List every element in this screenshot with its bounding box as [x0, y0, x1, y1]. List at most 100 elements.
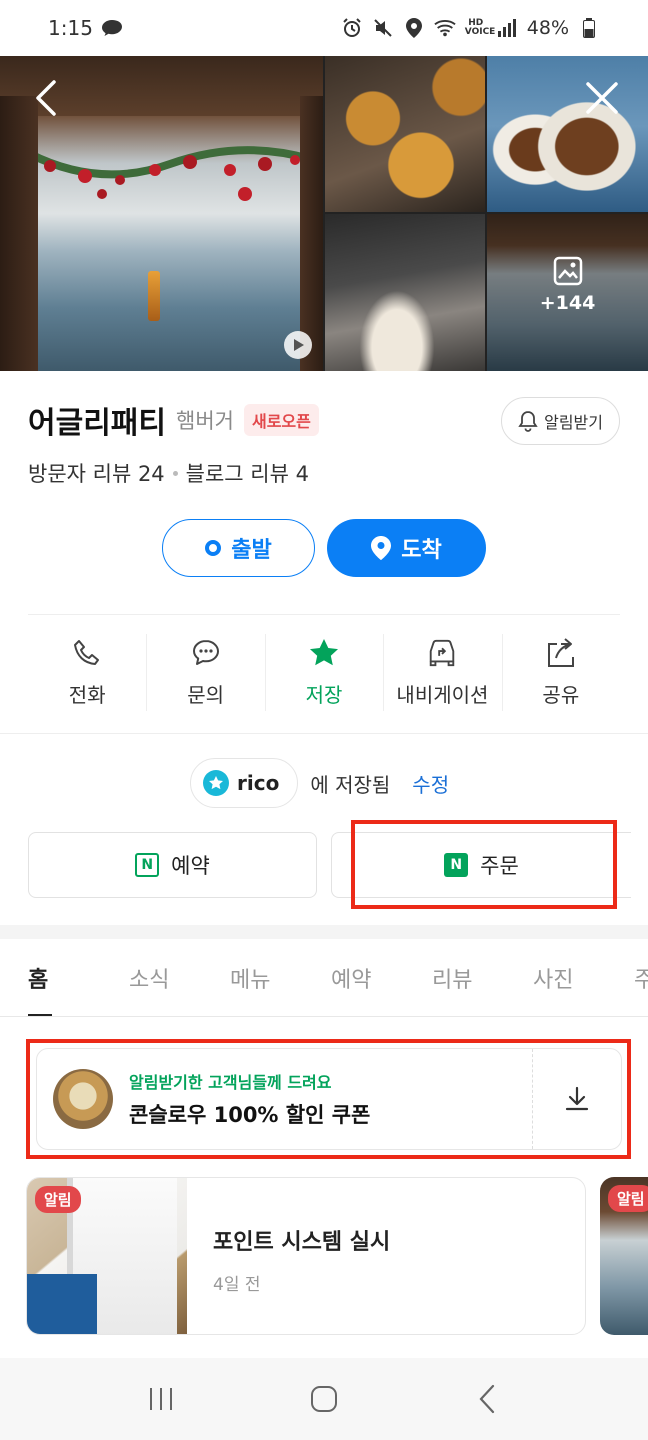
- chevron-left-icon: [36, 80, 56, 116]
- photo-gallery[interactable]: +144: [0, 56, 648, 371]
- coupon-title: 콘슬로우 100% 할인 쿠폰: [129, 1103, 371, 1127]
- save-button[interactable]: 저장: [264, 630, 383, 715]
- news-card-next[interactable]: 알림: [600, 1177, 648, 1335]
- tab-photos[interactable]: 사진: [533, 939, 634, 1016]
- tab-nearby-label: 주변: [634, 962, 648, 994]
- signal-icon: [496, 17, 518, 39]
- photo-more[interactable]: +144: [487, 214, 648, 371]
- action-label-save: 저장: [305, 683, 343, 707]
- network-label: HD VOICE: [464, 18, 496, 37]
- action-label-navigation: 내비게이션: [396, 683, 489, 707]
- back-arrow-icon: [479, 1384, 494, 1414]
- saved-list-chip[interactable]: rico: [190, 758, 299, 808]
- reserve-label: 예약: [171, 854, 210, 878]
- download-icon: [565, 1086, 589, 1111]
- reserve-button[interactable]: N 예약: [28, 832, 317, 898]
- alarm-icon: [341, 17, 363, 39]
- place-title-row: 어글리패티 햄버거 새로오픈: [28, 398, 319, 442]
- start-point-icon: [205, 540, 222, 556]
- coupon-card[interactable]: 알림받기한 고객님들께 드려요 콘슬로우 100% 할인 쿠폰: [36, 1048, 622, 1150]
- tab-home-label: 홈: [28, 967, 49, 993]
- separator-dot: [172, 470, 178, 476]
- status-time-group: 1:15: [48, 16, 123, 40]
- place-category: 햄버거: [176, 409, 234, 433]
- chat-bubble-icon: [101, 17, 123, 39]
- notify-label: 알림받기: [544, 413, 603, 432]
- start-route-button[interactable]: 출발: [162, 519, 315, 577]
- tab-home[interactable]: 홈: [28, 939, 129, 1016]
- close-button[interactable]: [582, 78, 622, 118]
- start-route-label: 출발: [231, 538, 272, 563]
- tab-nearby[interactable]: 주변: [634, 939, 648, 1016]
- tab-menu[interactable]: 메뉴: [230, 939, 331, 1016]
- location-pin-icon: [371, 536, 392, 560]
- recent-apps-icon: [150, 1388, 173, 1410]
- end-route-label: 도착: [401, 538, 442, 563]
- system-back-button[interactable]: [467, 1379, 507, 1419]
- photo-onions-cooking[interactable]: [325, 214, 485, 371]
- location-icon: [403, 17, 425, 39]
- visitor-reviews-link[interactable]: 방문자 리뷰 24: [28, 458, 165, 488]
- play-icon[interactable]: [284, 331, 312, 359]
- recent-apps-button[interactable]: [141, 1379, 181, 1419]
- close-icon: [586, 82, 618, 114]
- end-route-button[interactable]: 도착: [327, 519, 486, 577]
- order-button[interactable]: N 주문: [331, 832, 631, 898]
- saved-list-star-icon: [203, 770, 229, 796]
- order-label: 주문: [480, 854, 519, 878]
- saved-info: rico 에 저장됨 수정: [190, 758, 449, 808]
- tab-reviews[interactable]: 리뷰: [432, 939, 533, 1016]
- home-icon: [310, 1386, 337, 1412]
- divider: [0, 733, 648, 734]
- inquiry-button[interactable]: 문의: [146, 630, 264, 715]
- star-icon: [308, 637, 340, 669]
- action-label-call: 전화: [68, 683, 106, 707]
- tab-menu-label: 메뉴: [230, 967, 271, 993]
- tab-news[interactable]: 소식: [129, 939, 230, 1016]
- route-buttons: 출발 도착: [162, 519, 486, 577]
- news-image: 알림: [27, 1178, 187, 1334]
- home-button[interactable]: [304, 1379, 344, 1419]
- tab-photos-label: 사진: [533, 967, 574, 993]
- booking-row: N 예약 N 주문: [28, 832, 648, 898]
- battery-icon: [578, 17, 600, 39]
- status-time: 1:15: [48, 16, 93, 40]
- place-name: 어글리패티: [28, 406, 166, 441]
- news-card[interactable]: 알림 포인트 시스템 실시 4일 전: [26, 1177, 586, 1335]
- news-title: 포인트 시스템 실시: [213, 1230, 391, 1255]
- share-icon: [545, 637, 577, 669]
- action-label-inquiry: 문의: [187, 683, 225, 707]
- naver-n-icon: N: [444, 853, 469, 877]
- coupon-download-button[interactable]: [533, 1049, 621, 1149]
- coupon-thumbnail: [53, 1069, 113, 1129]
- news-alert-badge: 알림: [35, 1186, 81, 1213]
- car-navigation-icon: [426, 637, 458, 669]
- call-button[interactable]: 전화: [28, 630, 146, 715]
- back-button[interactable]: [26, 78, 66, 118]
- mute-icon: [372, 17, 394, 39]
- new-open-badge: 새로오픈: [243, 404, 319, 436]
- edit-saved-link[interactable]: 수정: [412, 769, 449, 798]
- action-label-share: 공유: [542, 683, 580, 707]
- tab-reservation-label: 예약: [331, 967, 372, 993]
- chat-icon: [190, 637, 222, 669]
- more-photos-count: +144: [539, 292, 596, 314]
- navigation-button[interactable]: 내비게이션: [383, 630, 501, 715]
- notify-button[interactable]: 알림받기: [501, 397, 620, 445]
- phone-icon: [71, 637, 103, 669]
- review-summary: 방문자 리뷰 24 블로그 리뷰 4: [28, 458, 309, 488]
- tab-reservation[interactable]: 예약: [331, 939, 432, 1016]
- naver-calendar-icon: N: [135, 853, 160, 877]
- battery-percent: 48%: [526, 17, 569, 39]
- saved-status-text: 에 저장됨: [310, 772, 391, 797]
- photo-burger-plates[interactable]: [487, 56, 648, 212]
- buoy: [148, 271, 160, 321]
- bell-icon: [518, 411, 538, 432]
- news-alert-badge: 알림: [608, 1185, 648, 1212]
- photo-burgers-grill[interactable]: [325, 56, 485, 212]
- coupon-subtitle: 알림받기한 고객님들께 드려요: [129, 1073, 332, 1092]
- share-button[interactable]: 공유: [501, 630, 620, 715]
- blog-reviews-link[interactable]: 블로그 리뷰 4: [186, 458, 309, 488]
- wifi-icon: [434, 17, 456, 39]
- news-date: 4일 전: [213, 1275, 261, 1295]
